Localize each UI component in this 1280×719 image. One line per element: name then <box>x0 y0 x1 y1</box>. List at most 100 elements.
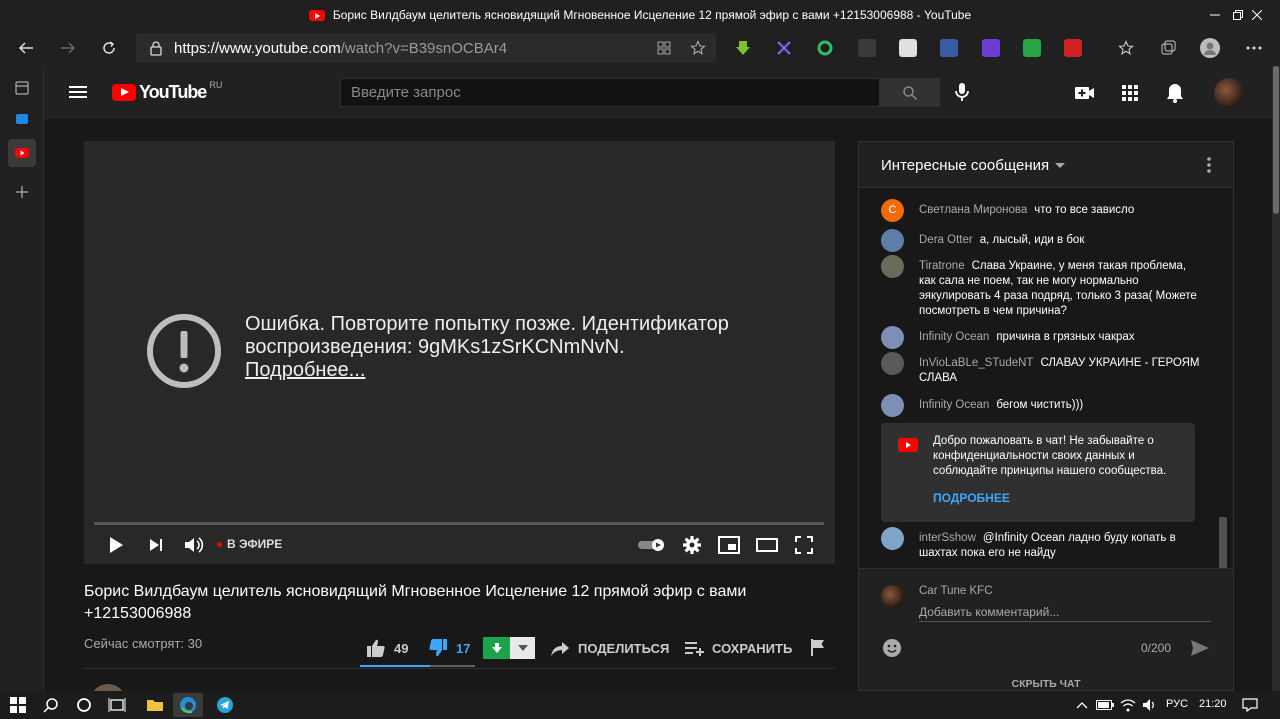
sidebar-tab-messages[interactable] <box>8 106 36 134</box>
volume-tray-icon[interactable] <box>1140 695 1160 715</box>
q-extension-icon[interactable] <box>1023 39 1041 57</box>
profile-button[interactable] <box>1196 34 1224 62</box>
telegram-taskbar-button[interactable] <box>215 695 235 715</box>
live-badge[interactable]: В ЭФИРЕ <box>217 537 282 551</box>
emoji-icon[interactable] <box>881 637 903 659</box>
task-view-button[interactable] <box>107 695 127 715</box>
hide-chat-button[interactable]: СКРЫТЬ ЧАТ <box>858 678 1234 691</box>
sc-extension-icon[interactable] <box>899 39 917 57</box>
video-camera-plus-icon <box>1075 87 1094 99</box>
refresh-icon <box>103 41 115 54</box>
mute-button[interactable] <box>181 533 205 557</box>
video-player[interactable]: Ошибка. Повторите попытку позже. Идентиф… <box>84 141 835 564</box>
circle-extension-icon[interactable] <box>816 39 834 57</box>
chat-mode-dropdown[interactable]: Интересные сообщения <box>881 157 1066 174</box>
gear-icon <box>683 536 701 554</box>
channel-avatar[interactable] <box>90 684 126 691</box>
bell-icon <box>1167 84 1183 103</box>
settings-more-button[interactable] <box>1240 34 1268 62</box>
search-icon <box>43 698 58 713</box>
input-language[interactable]: РУС <box>1166 698 1188 710</box>
arrow-right-icon <box>61 42 76 54</box>
add-favorite-button[interactable] <box>684 34 712 62</box>
dislike-button[interactable]: 17 <box>428 638 470 658</box>
thumbs-down-icon <box>429 639 447 657</box>
send-icon[interactable] <box>1189 637 1211 659</box>
file-explorer-button[interactable] <box>145 695 165 715</box>
account-avatar[interactable] <box>1214 78 1244 108</box>
system-clock[interactable]: 21:20 <box>1199 698 1227 710</box>
collections-button[interactable] <box>1154 34 1182 62</box>
like-ratio-fill <box>360 665 430 667</box>
cross-extension-icon[interactable] <box>775 39 793 57</box>
search-taskbar-button[interactable] <box>41 695 61 715</box>
autoplay-toggle[interactable] <box>638 533 666 557</box>
download-extension-icon[interactable] <box>734 39 752 57</box>
back-button[interactable] <box>12 34 40 62</box>
wifi-tray-icon[interactable] <box>1118 695 1138 715</box>
close-window-button[interactable] <box>1234 0 1280 30</box>
refresh-button[interactable] <box>95 34 123 62</box>
forward-button[interactable] <box>54 34 82 62</box>
welcome-learn-more-link[interactable]: ПОДРОБНЕЕ <box>933 491 1010 505</box>
app-available-button[interactable] <box>650 34 678 62</box>
share-button[interactable]: ПОДЕЛИТЬСЯ <box>550 638 669 658</box>
url-domain: https://www.youtube.com <box>174 39 341 57</box>
notification-center-button[interactable] <box>1240 695 1260 715</box>
printer-extension-icon[interactable] <box>858 39 876 57</box>
window-title: Борис Вилдбаум целитель ясновидящий Мгно… <box>308 8 971 22</box>
speaker-icon <box>1143 699 1154 711</box>
theater-mode-button[interactable] <box>755 533 779 557</box>
create-video-button[interactable] <box>1073 81 1097 105</box>
settings-button[interactable] <box>680 533 704 557</box>
notifications-button[interactable] <box>1163 81 1187 105</box>
notification-icon <box>1242 698 1258 712</box>
search-button[interactable] <box>880 78 940 107</box>
sidebar-add-tab[interactable] <box>8 178 36 206</box>
chat-author: Infinity Ocean <box>919 331 990 343</box>
voice-search-button[interactable] <box>950 80 974 104</box>
chat-avatar <box>881 394 904 417</box>
progress-bar[interactable] <box>94 522 824 525</box>
plus-icon <box>16 186 28 198</box>
error-learn-more-link[interactable]: Подробнее... <box>245 359 365 382</box>
tray-expand-button[interactable] <box>1072 695 1092 715</box>
start-button[interactable] <box>8 695 28 715</box>
fullscreen-button[interactable] <box>792 533 816 557</box>
character-counter: 0/200 <box>1141 641 1172 655</box>
miniplayer-button[interactable] <box>717 533 741 557</box>
search-input[interactable] <box>351 84 871 101</box>
cortana-button[interactable] <box>74 695 94 715</box>
download-extension-button[interactable] <box>483 637 535 659</box>
battery-tray-icon[interactable] <box>1095 695 1115 715</box>
chat-message-input[interactable] <box>919 602 1211 622</box>
scrollbar-thumb[interactable] <box>1273 66 1279 214</box>
edge-taskbar-button[interactable] <box>173 693 203 717</box>
logo-wordmark: YouTube <box>139 82 207 102</box>
s-red-extension-icon[interactable] <box>1064 39 1082 57</box>
favorites-button[interactable] <box>1112 34 1140 62</box>
favorites-icon <box>1118 40 1134 55</box>
save-button[interactable]: СОХРАНИТЬ <box>684 638 792 658</box>
address-bar[interactable]: https://www.youtube.com/watch?v=B39snOCB… <box>136 33 716 63</box>
ad-extension-icon[interactable] <box>982 39 1000 57</box>
report-button[interactable] <box>809 638 827 656</box>
chat-avatar <box>881 352 904 375</box>
chat-mode-label: Интересные сообщения <box>881 157 1050 174</box>
like-button[interactable]: 49 <box>366 638 408 658</box>
search-icon <box>903 85 918 100</box>
live-dot-icon <box>217 541 222 547</box>
page-scrollbar[interactable] <box>1272 66 1280 691</box>
sidebar-tab-youtube[interactable] <box>8 139 36 167</box>
play-button[interactable] <box>104 533 128 557</box>
youtube-logo[interactable]: YouTube RU <box>112 80 222 103</box>
next-button[interactable] <box>144 533 168 557</box>
arrow-left-icon <box>18 42 33 54</box>
guide-menu-button[interactable] <box>68 82 88 102</box>
flag-icon <box>811 639 824 656</box>
s-extension-icon[interactable] <box>940 39 958 57</box>
youtube-favicon-icon <box>308 9 325 21</box>
sidebar-tab-page[interactable] <box>8 74 36 102</box>
more-vertical-icon[interactable] <box>1199 155 1219 175</box>
apps-button[interactable] <box>1118 81 1142 105</box>
